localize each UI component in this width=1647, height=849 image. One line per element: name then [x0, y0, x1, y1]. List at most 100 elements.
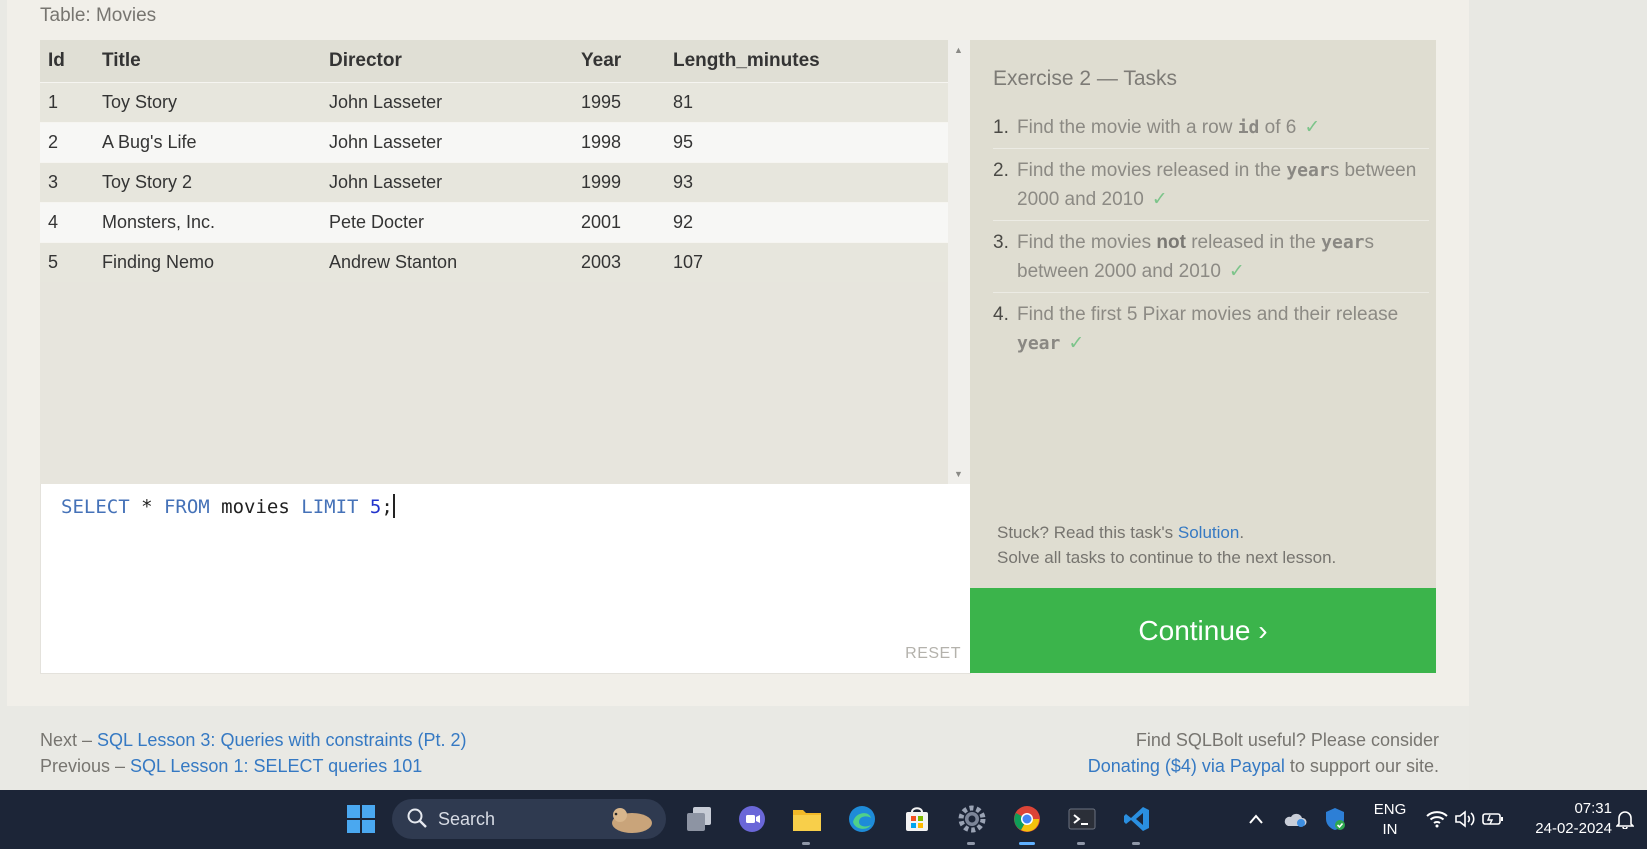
help-text: Stuck? Read this task's Solution. Solve …: [997, 520, 1336, 570]
terminal-icon[interactable]: [1063, 800, 1101, 845]
cell-director: Pete Docter: [321, 202, 573, 243]
prev-prefix: Previous –: [40, 756, 131, 776]
cell-length: 107: [665, 242, 948, 282]
notification-bell-icon[interactable]: [1612, 800, 1638, 838]
clock-date: 24-02-2024: [1535, 820, 1612, 837]
file-explorer-icon[interactable]: [788, 800, 826, 845]
table-row: 2 A Bug's Life John Lasseter 1998 95: [40, 122, 948, 163]
column-header-length: Length_minutes: [665, 40, 948, 83]
task-code: year: [1286, 160, 1330, 181]
language-code: ENG: [1373, 801, 1407, 818]
task-number: 2.: [993, 160, 1009, 181]
tasks-panel: Exercise 2 — Tasks 1. Find the movie wit…: [970, 40, 1436, 588]
cell-id: 5: [40, 242, 94, 282]
limit-value: 5: [358, 496, 382, 518]
settings-icon[interactable]: [953, 800, 991, 845]
task-text: Find the movies: [1017, 232, 1157, 253]
useful-text: Find SQLBolt useful? Please consider: [1135, 730, 1439, 750]
store-icon[interactable]: [898, 800, 936, 838]
cell-director: John Lasseter: [321, 122, 573, 163]
task-code: year: [1321, 232, 1365, 253]
cell-length: 92: [665, 202, 948, 243]
cell-year: 1999: [573, 162, 665, 203]
next-prefix: Next –: [40, 730, 98, 750]
task-text: of 6: [1259, 117, 1297, 138]
task-text: Find the movie with a row: [1017, 117, 1238, 138]
text-caret: [392, 494, 395, 518]
continue-button[interactable]: Continue ›: [970, 588, 1436, 673]
taskbar-search-box[interactable]: Search: [392, 799, 666, 839]
language-indicator[interactable]: ENG IN: [1368, 800, 1412, 840]
query-semicolon: ;: [381, 496, 393, 518]
running-indicator: [802, 842, 810, 845]
active-indicator: [1019, 842, 1035, 845]
task-number: 3.: [993, 232, 1009, 253]
task-item: 1. Find the movie with a row id of 6 ✓: [993, 106, 1429, 149]
task-emphasis: not: [1156, 232, 1186, 253]
task-number: 4.: [993, 304, 1009, 325]
task-item: 3. Find the movies not released in the y…: [993, 221, 1429, 293]
clock[interactable]: 07:31 24-02-2024: [1520, 799, 1612, 839]
table-row: 4 Monsters, Inc. Pete Docter 2001 92: [40, 202, 948, 243]
support-text: to support our site.: [1284, 756, 1439, 776]
keyword-from: FROM: [163, 496, 210, 518]
task-list: 1. Find the movie with a row id of 6 ✓ 2.…: [993, 106, 1429, 364]
select-star: *: [129, 496, 164, 518]
table-row: 5 Finding Nemo Andrew Stanton 2003 107: [40, 242, 948, 282]
page-gutter: [1469, 0, 1647, 790]
previous-lesson-link[interactable]: SQL Lesson 1: SELECT queries 101: [130, 756, 422, 776]
wifi-icon[interactable]: [1424, 800, 1450, 838]
results-table: Id Title Director Year Length_minutes 1 …: [40, 40, 948, 282]
table-caption: Table: Movies: [40, 5, 157, 26]
cell-id: 4: [40, 202, 94, 243]
task-text: Find the movies released in the: [1017, 160, 1287, 181]
keyword-select: SELECT: [61, 496, 130, 518]
scroll-up-arrow-icon[interactable]: ▲: [954, 45, 963, 55]
task-view-icon[interactable]: [680, 800, 718, 838]
sql-query-line[interactable]: SELECT * FROM movies LIMIT 5;: [61, 494, 395, 518]
stuck-prefix: Stuck? Read this task's: [997, 523, 1178, 542]
solve-all-text: Solve all tasks to continue to the next …: [997, 548, 1337, 567]
search-icon: [406, 807, 428, 834]
running-indicator: [1077, 842, 1085, 845]
cell-director: John Lasseter: [321, 82, 573, 123]
volume-icon[interactable]: [1452, 800, 1478, 838]
keyword-limit: LIMIT: [301, 496, 359, 518]
task-item: 4. Find the first 5 Pixar movies and the…: [993, 293, 1429, 364]
results-scrollbar[interactable]: ▲ ▼: [948, 40, 970, 484]
chevron-up-icon[interactable]: [1244, 800, 1268, 838]
windows-taskbar: Search ENG IN 07:31 24-02-2024: [0, 790, 1647, 849]
query-table-name: movies: [209, 496, 302, 518]
cell-director: Andrew Stanton: [321, 242, 573, 282]
lesson-navigation: Next – SQL Lesson 3: Queries with constr…: [40, 727, 467, 779]
scroll-down-arrow-icon[interactable]: ▼: [954, 469, 963, 479]
tasks-title: Exercise 2 — Tasks: [993, 67, 1178, 90]
vscode-icon[interactable]: [1118, 800, 1156, 845]
sql-editor[interactable]: SELECT * FROM movies LIMIT 5; RESET: [40, 484, 971, 674]
teams-chat-icon[interactable]: [733, 800, 771, 838]
battery-icon[interactable]: [1480, 800, 1506, 838]
cell-id: 3: [40, 162, 94, 203]
search-highlight-icon: [602, 803, 658, 840]
next-lesson-link[interactable]: SQL Lesson 3: Queries with constraints (…: [97, 730, 467, 750]
edge-icon[interactable]: [843, 800, 881, 838]
stuck-suffix: .: [1239, 523, 1245, 542]
cell-title: A Bug's Life: [94, 122, 321, 163]
cell-length: 95: [665, 122, 948, 163]
reset-button[interactable]: RESET: [905, 645, 961, 663]
onedrive-icon[interactable]: [1282, 800, 1308, 838]
column-header-director: Director: [321, 40, 573, 83]
donate-link[interactable]: Donating ($4) via Paypal: [1088, 756, 1285, 776]
cell-title: Toy Story: [94, 82, 321, 123]
column-header-id: Id: [40, 40, 94, 83]
task-item: 2. Find the movies released in the years…: [993, 149, 1429, 221]
column-header-year: Year: [573, 40, 665, 83]
task-code: id: [1237, 117, 1260, 138]
solution-link[interactable]: Solution: [1178, 523, 1239, 542]
check-icon: ✓: [1068, 333, 1085, 354]
cell-title: Finding Nemo: [94, 242, 321, 282]
security-shield-icon[interactable]: [1322, 800, 1348, 838]
chrome-icon[interactable]: [1008, 800, 1046, 845]
cell-title: Monsters, Inc.: [94, 202, 321, 243]
windows-start-icon[interactable]: [342, 800, 380, 838]
